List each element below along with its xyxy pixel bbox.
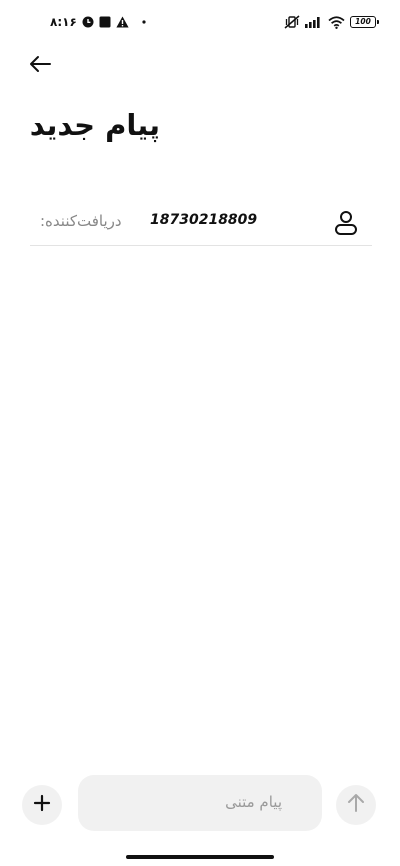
- dot-icon: [142, 20, 146, 24]
- plus-icon: [33, 794, 51, 816]
- signal-icon: [305, 16, 323, 28]
- warning-icon: [116, 16, 129, 28]
- square-icon: [99, 16, 111, 28]
- vibrate-off-icon: [284, 15, 300, 29]
- person-icon[interactable]: [332, 208, 360, 238]
- battery-icon: 100: [350, 16, 379, 28]
- status-bar-right: 100: [284, 13, 379, 31]
- battery-level: 100: [355, 17, 371, 27]
- status-bar-left: ۸:۱۶: [50, 13, 146, 31]
- recipient-field[interactable]: دریافت‌کننده: 18730218809: [30, 200, 372, 246]
- page-title: پیام جدید: [29, 108, 160, 142]
- status-bar: ۸:۱۶ 100: [0, 0, 400, 44]
- message-input[interactable]: پیام متنی: [78, 775, 322, 831]
- arrow-up-icon: [347, 793, 365, 817]
- status-time: ۸:۱۶: [50, 15, 77, 29]
- back-button[interactable]: [24, 50, 56, 82]
- home-indicator[interactable]: [126, 855, 274, 859]
- clock-circle-icon: [82, 16, 94, 28]
- message-placeholder: پیام متنی: [225, 793, 282, 811]
- arrow-left-icon: [28, 55, 52, 77]
- wifi-icon: [328, 15, 345, 29]
- add-attachment-button[interactable]: [22, 785, 62, 825]
- recipient-value[interactable]: 18730218809: [150, 212, 257, 228]
- recipient-label: دریافت‌کننده:: [40, 212, 122, 230]
- send-button[interactable]: [336, 785, 376, 825]
